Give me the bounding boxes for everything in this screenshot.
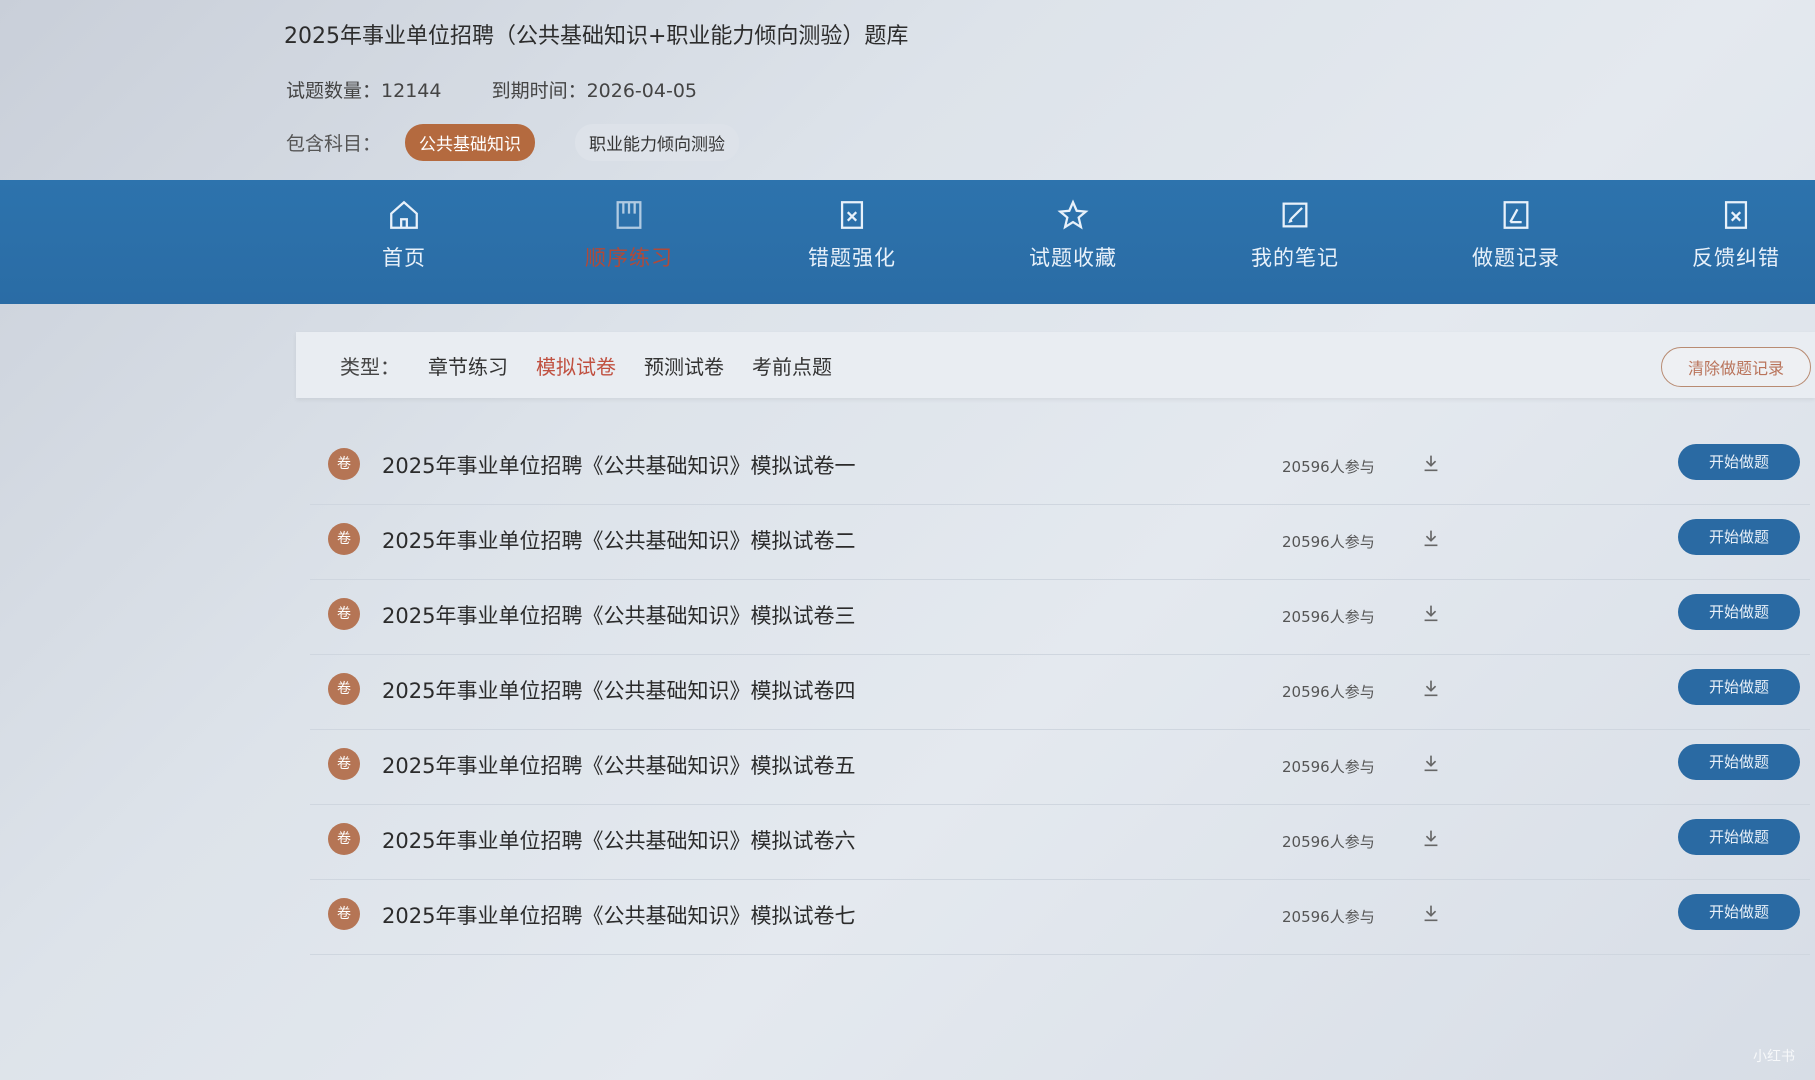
participant-count: 20596人参与 — [1282, 533, 1375, 551]
nav-item-sequential[interactable]: 顺序练习 — [569, 198, 689, 272]
paper-badge: 卷 — [328, 598, 360, 630]
list-item: 卷 2025年事业单位招聘《公共基础知识》模拟试卷一 20596人参与 开始做题 — [310, 430, 1810, 505]
clear-records-button[interactable]: 清除做题记录 — [1660, 347, 1811, 387]
list-item: 卷 2025年事业单位招聘《公共基础知识》模拟试卷三 20596人参与 开始做题 — [310, 580, 1810, 655]
list-item: 卷 2025年事业单位招聘《公共基础知识》模拟试卷五 20596人参与 开始做题 — [310, 730, 1810, 805]
nav-label: 首页 — [382, 246, 426, 270]
star-icon — [1057, 199, 1089, 230]
count-value: 12144 — [381, 80, 442, 102]
download-icon[interactable] — [1420, 677, 1442, 699]
participant-count: 20596人参与 — [1282, 908, 1375, 926]
wrong-icon — [840, 201, 864, 229]
type-tab-chapter[interactable]: 章节练习 — [428, 351, 508, 380]
subjects-label: 包含科目： — [286, 133, 382, 155]
type-tab-mock[interactable]: 模拟试卷 — [536, 351, 616, 380]
list-item: 卷 2025年事业单位招聘《公共基础知识》模拟试卷四 20596人参与 开始做题 — [310, 655, 1810, 730]
edit-icon — [1282, 202, 1308, 228]
list-item: 卷 2025年事业单位招聘《公共基础知识》模拟试卷六 20596人参与 开始做题 — [310, 805, 1810, 880]
book-icon — [616, 201, 642, 229]
start-button[interactable]: 开始做题 — [1678, 669, 1800, 705]
bank-header: 2025年事业单位招聘（公共基础知识+职业能力倾向测验）题库 试题数量：1214… — [0, 0, 1815, 180]
paper-title[interactable]: 2025年事业单位招聘《公共基础知识》模拟试卷五 — [382, 750, 855, 780]
paper-badge: 卷 — [328, 673, 360, 705]
nav-item-favorites[interactable]: 试题收藏 — [1013, 198, 1133, 272]
expiry-label: 到期时间： — [491, 80, 587, 102]
nav-item-wrong-questions[interactable]: 错题强化 — [792, 198, 912, 272]
watermark: 小红书 — [1753, 1049, 1795, 1065]
nav-label: 试题收藏 — [1029, 246, 1117, 270]
paper-title[interactable]: 2025年事业单位招聘《公共基础知识》模拟试卷六 — [382, 825, 855, 855]
download-icon[interactable] — [1420, 827, 1442, 849]
type-label: 类型： — [340, 354, 400, 379]
paper-list: 卷 2025年事业单位招聘《公共基础知识》模拟试卷一 20596人参与 开始做题… — [310, 430, 1810, 955]
start-button[interactable]: 开始做题 — [1678, 894, 1800, 930]
nav-label: 顺序练习 — [585, 246, 673, 270]
list-item: 卷 2025年事业单位招聘《公共基础知识》模拟试卷二 20596人参与 开始做题 — [310, 505, 1810, 580]
participant-count: 20596人参与 — [1282, 683, 1375, 701]
nav-label: 反馈纠错 — [1692, 246, 1780, 270]
paper-title[interactable]: 2025年事业单位招聘《公共基础知识》模拟试卷一 — [382, 450, 855, 480]
paper-badge: 卷 — [328, 448, 360, 480]
nav-item-home[interactable]: 首页 — [344, 198, 464, 272]
paper-badge: 卷 — [328, 823, 360, 855]
expiry-value: 2026-04-05 — [586, 80, 697, 102]
record-icon — [1503, 201, 1529, 229]
paper-badge: 卷 — [328, 523, 360, 555]
type-filter-bar: 类型： 章节练习 模拟试卷 预测试卷 考前点题 清除做题记录 — [296, 332, 1815, 398]
bank-title: 2025年事业单位招聘（公共基础知识+职业能力倾向测验）题库 — [284, 24, 909, 49]
home-icon — [390, 200, 418, 229]
nav-label: 我的笔记 — [1251, 246, 1339, 270]
participant-count: 20596人参与 — [1282, 608, 1375, 626]
subject-chip-aptitude[interactable]: 职业能力倾向测验 — [575, 124, 740, 161]
type-tab-prexam[interactable]: 考前点题 — [752, 351, 832, 380]
subjects-row: 包含科目： 公共基础知识 职业能力倾向测验 — [286, 124, 740, 161]
feedback-icon — [1724, 201, 1748, 229]
download-icon[interactable] — [1420, 752, 1442, 774]
start-button[interactable]: 开始做题 — [1678, 594, 1800, 630]
nav-item-feedback[interactable]: 反馈纠错 — [1676, 198, 1796, 272]
participant-count: 20596人参与 — [1282, 833, 1375, 851]
paper-title[interactable]: 2025年事业单位招聘《公共基础知识》模拟试卷三 — [382, 600, 855, 630]
start-button[interactable]: 开始做题 — [1678, 444, 1800, 480]
participant-count: 20596人参与 — [1282, 758, 1375, 776]
participant-count: 20596人参与 — [1282, 458, 1375, 476]
nav-label: 做题记录 — [1472, 246, 1560, 270]
download-icon[interactable] — [1420, 452, 1442, 474]
subject-chip-public-knowledge[interactable]: 公共基础知识 — [405, 124, 536, 161]
type-tab-predict[interactable]: 预测试卷 — [644, 351, 724, 380]
paper-title[interactable]: 2025年事业单位招聘《公共基础知识》模拟试卷二 — [382, 525, 855, 555]
count-label: 试题数量： — [286, 80, 382, 102]
bank-meta: 试题数量：12144 到期时间：2026-04-05 — [286, 76, 697, 103]
nav-item-records[interactable]: 做题记录 — [1456, 198, 1576, 272]
paper-badge: 卷 — [328, 898, 360, 930]
main-nav: 首页 顺序练习 错题强化 试题收藏 我的笔记 做题记录 反馈纠错 — [0, 180, 1815, 304]
download-icon[interactable] — [1420, 602, 1442, 624]
paper-badge: 卷 — [328, 748, 360, 780]
start-button[interactable]: 开始做题 — [1678, 744, 1800, 780]
download-icon[interactable] — [1420, 902, 1442, 924]
nav-item-notes[interactable]: 我的笔记 — [1235, 198, 1355, 272]
paper-title[interactable]: 2025年事业单位招聘《公共基础知识》模拟试卷四 — [382, 675, 855, 705]
start-button[interactable]: 开始做题 — [1678, 819, 1800, 855]
nav-label: 错题强化 — [808, 246, 896, 270]
paper-title[interactable]: 2025年事业单位招聘《公共基础知识》模拟试卷七 — [382, 900, 855, 930]
list-item: 卷 2025年事业单位招聘《公共基础知识》模拟试卷七 20596人参与 开始做题 — [310, 880, 1810, 955]
start-button[interactable]: 开始做题 — [1678, 519, 1800, 555]
download-icon[interactable] — [1420, 527, 1442, 549]
